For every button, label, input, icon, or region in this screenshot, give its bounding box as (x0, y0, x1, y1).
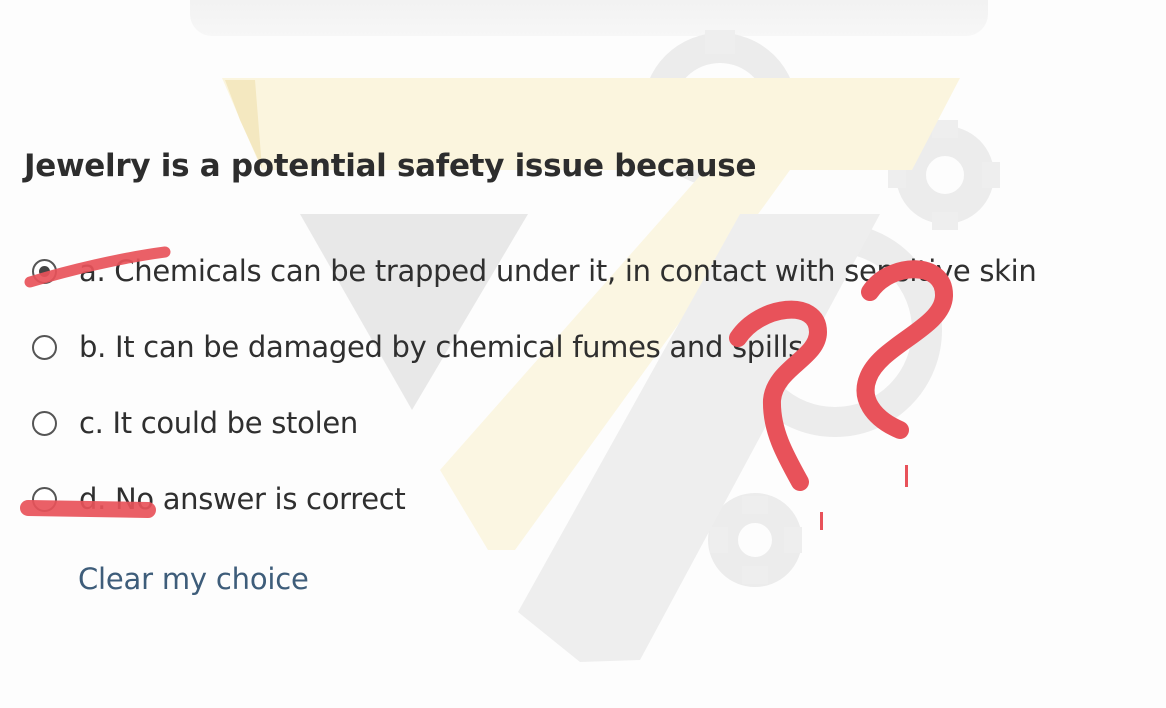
answer-label-c: c. It could be stolen (79, 406, 358, 440)
answer-label-a: a. Chemicals can be trapped under it, in… (79, 254, 1037, 288)
radio-button-d[interactable] (32, 486, 57, 512)
clear-choice-link[interactable]: Clear my choice (78, 562, 309, 596)
answer-option-d[interactable]: d. No answer is correct (32, 479, 406, 519)
question-mark-2 (856, 260, 953, 439)
radio-button-c[interactable] (32, 410, 57, 436)
radio-button-b[interactable] (32, 334, 57, 360)
answer-option-c[interactable]: c. It could be stolen (32, 403, 358, 443)
answer-option-a[interactable]: a. Chemicals can be trapped under it, in… (32, 251, 1037, 291)
gear-icon (643, 33, 994, 587)
radio-button-a[interactable] (32, 258, 57, 284)
answer-label-d: d. No answer is correct (79, 482, 406, 516)
answer-label-b: b. It can be damaged by chemical fumes a… (79, 330, 803, 364)
logo-triangle (300, 214, 528, 410)
radio-selected-dot (39, 265, 50, 277)
top-banner (190, 0, 988, 36)
question-text: Jewelry is a potential safety issue beca… (24, 148, 757, 184)
answer-option-b[interactable]: b. It can be damaged by chemical fumes a… (32, 327, 803, 367)
